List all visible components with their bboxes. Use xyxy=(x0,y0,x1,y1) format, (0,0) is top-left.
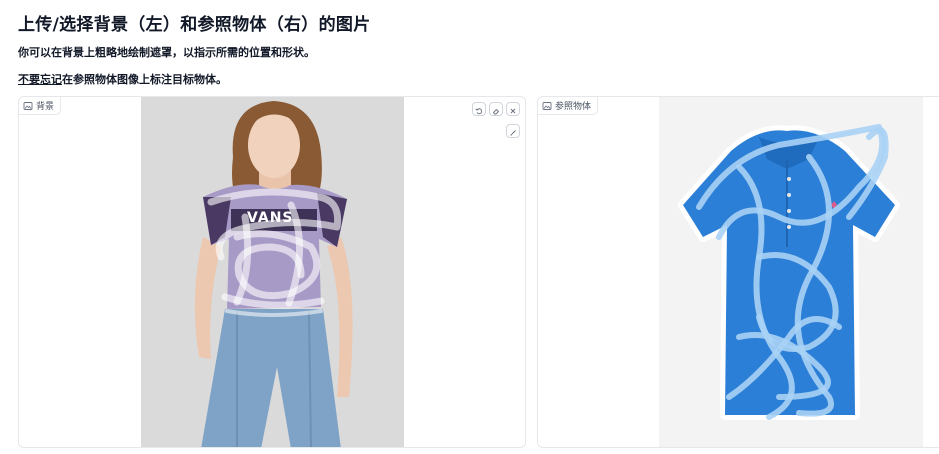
background-label: 背景 xyxy=(36,102,55,112)
instruction-text: 你可以在背景上粗略地绘制遮罩，以指示所需的位置和形状。 xyxy=(18,46,315,59)
mask-toolbar xyxy=(472,102,520,116)
background-image[interactable]: VANS xyxy=(141,97,404,447)
close-icon xyxy=(509,100,517,119)
brush-icon xyxy=(509,122,517,141)
page: 上传/选择背景（左）和参照物体（右）的图片 你可以在背景上粗略地绘制遮罩，以指示… xyxy=(0,0,939,454)
image-icon xyxy=(23,101,33,111)
reminder-text: 不要忘记在参照物体图像上标注目标物体。 xyxy=(18,71,227,87)
page-title: 上传/选择背景（左）和参照物体（右）的图片 xyxy=(18,15,371,35)
undo-icon xyxy=(475,100,483,119)
clear-button[interactable] xyxy=(506,102,520,116)
eraser-icon xyxy=(492,100,500,119)
background-label-tag: 背景 xyxy=(19,97,62,115)
undo-button[interactable] xyxy=(472,102,486,116)
reference-canvas-panel[interactable]: 参照物体 xyxy=(537,96,939,448)
reference-label: 参照物体 xyxy=(555,102,592,112)
reference-label-tag: 参照物体 xyxy=(538,97,599,115)
eraser-button[interactable] xyxy=(489,102,503,116)
reference-image[interactable] xyxy=(659,97,923,447)
brush-button[interactable] xyxy=(506,124,520,138)
background-canvas-panel[interactable]: 背景 VANS xyxy=(18,96,526,448)
shirt-logo-text: VANS xyxy=(247,210,294,226)
reminder-rest: 在参照物体图像上标注目标物体。 xyxy=(62,73,227,86)
image-icon xyxy=(542,101,552,111)
reminder-emphasis: 不要忘记 xyxy=(18,73,62,86)
